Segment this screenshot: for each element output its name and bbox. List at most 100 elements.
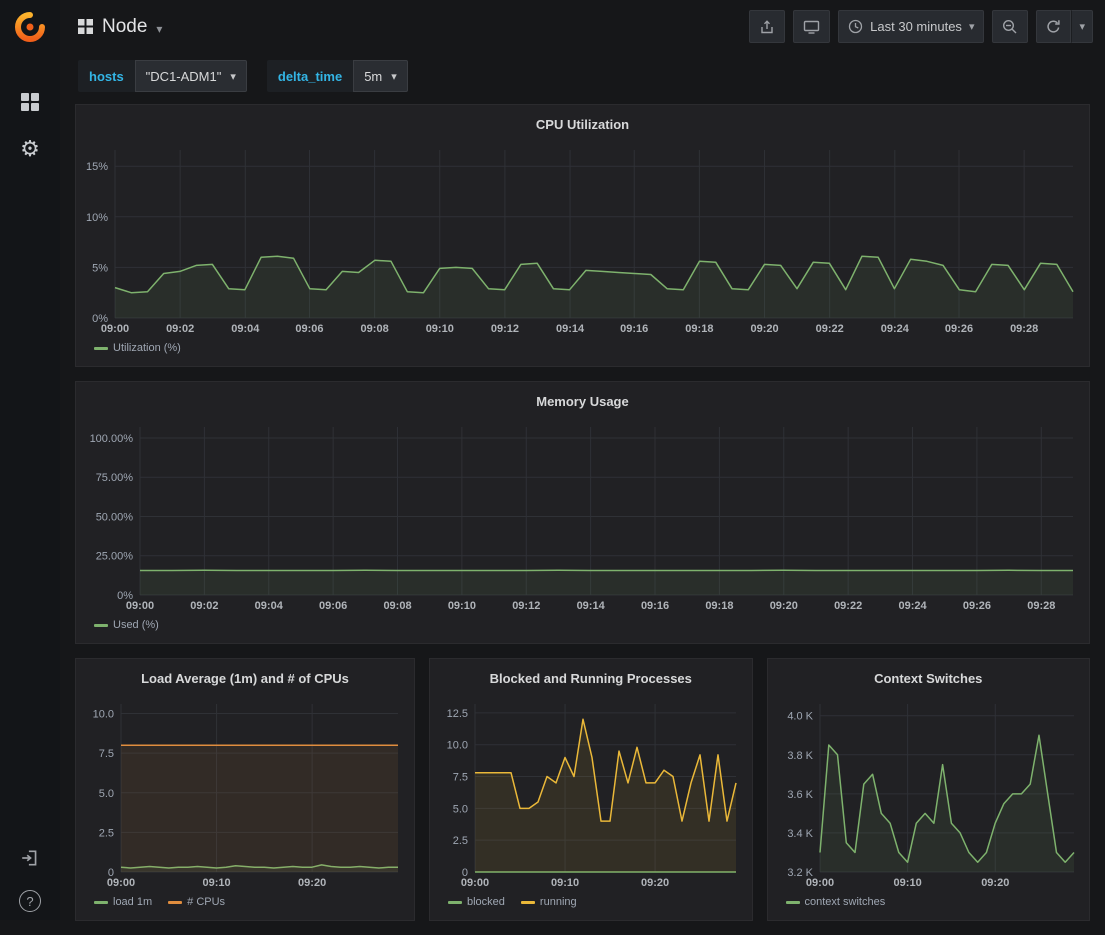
legend-item[interactable]: Utilization (%): [94, 342, 181, 354]
svg-text:09:26: 09:26: [963, 600, 991, 612]
bottom-panel-row: Load Average (1m) and # of CPUs 09:0009:…: [75, 658, 1090, 935]
legend-color-icon: [521, 901, 535, 904]
svg-text:09:02: 09:02: [166, 323, 194, 335]
panel-title[interactable]: CPU Utilization: [84, 117, 1081, 132]
chart-svg: 09:0009:1009:203.2 K3.4 K3.6 K3.8 K4.0 K: [776, 696, 1082, 892]
svg-text:09:08: 09:08: [361, 323, 389, 335]
panel-title[interactable]: Memory Usage: [84, 394, 1081, 409]
variable-value-dropdown[interactable]: 5m ▾: [353, 60, 408, 92]
load-average-chart[interactable]: 09:0009:1009:2002.55.07.510.0: [84, 696, 406, 892]
svg-text:0%: 0%: [92, 313, 108, 325]
navbar: Node ▾ Last 30 min: [60, 0, 1105, 53]
svg-text:09:10: 09:10: [426, 323, 454, 335]
memory-usage-chart[interactable]: 09:0009:0209:0409:0609:0809:1009:1209:14…: [84, 419, 1081, 615]
refresh-button[interactable]: [1036, 10, 1071, 43]
svg-text:10%: 10%: [86, 212, 108, 224]
svg-text:09:24: 09:24: [898, 600, 927, 612]
legend-item[interactable]: running: [521, 896, 577, 908]
svg-text:09:16: 09:16: [641, 600, 669, 612]
chart-legend: blocked running: [438, 892, 744, 912]
zoom-out-button[interactable]: [992, 10, 1028, 43]
panel-title[interactable]: Blocked and Running Processes: [438, 671, 744, 686]
panel-title[interactable]: Load Average (1m) and # of CPUs: [84, 671, 406, 686]
legend-item[interactable]: Used (%): [94, 619, 159, 631]
panel-blocked-running-processes: Blocked and Running Processes 09:0009:10…: [429, 658, 753, 921]
svg-text:09:22: 09:22: [816, 323, 844, 335]
svg-text:09:10: 09:10: [551, 877, 579, 889]
variable-value-dropdown[interactable]: "DC1-ADM1" ▾: [135, 60, 247, 92]
cpu-utilization-chart[interactable]: 09:0009:0209:0409:0609:0809:1009:1209:14…: [84, 142, 1081, 338]
panel-title[interactable]: Context Switches: [776, 671, 1082, 686]
svg-text:09:10: 09:10: [893, 877, 921, 889]
panel-load-average: Load Average (1m) and # of CPUs 09:0009:…: [75, 658, 415, 921]
svg-text:3.8 K: 3.8 K: [787, 750, 813, 762]
legend-label: # CPUs: [187, 896, 225, 908]
chevron-down-icon: ▾: [391, 70, 397, 83]
svg-text:10.0: 10.0: [447, 740, 468, 752]
legend-color-icon: [94, 624, 108, 627]
svg-text:2.5: 2.5: [99, 827, 114, 839]
chart-legend: Utilization (%): [84, 338, 1081, 358]
svg-text:09:10: 09:10: [202, 877, 230, 889]
legend-color-icon: [168, 901, 182, 904]
svg-text:3.4 K: 3.4 K: [787, 828, 813, 840]
variable-hosts: hosts "DC1-ADM1" ▾: [78, 60, 247, 92]
variable-label: delta_time: [267, 60, 353, 92]
svg-text:09:02: 09:02: [190, 600, 218, 612]
legend-label: Used (%): [113, 619, 159, 631]
dashboard-title-menu[interactable]: Node ▾: [78, 16, 162, 38]
variable-delta-time: delta_time 5m ▾: [267, 60, 408, 92]
chart-svg: 09:0009:0209:0409:0609:0809:1009:1209:14…: [84, 142, 1081, 338]
dashboards-icon[interactable]: [20, 92, 40, 112]
time-range-picker[interactable]: Last 30 minutes ▾: [838, 10, 984, 43]
grafana-logo-icon[interactable]: [13, 10, 47, 44]
svg-text:09:18: 09:18: [685, 323, 713, 335]
svg-text:100.00%: 100.00%: [90, 433, 134, 445]
legend-item[interactable]: blocked: [448, 896, 505, 908]
chevron-down-icon: ▾: [1079, 20, 1085, 33]
share-button[interactable]: [749, 10, 785, 43]
chart-legend: Used (%): [84, 615, 1081, 635]
svg-text:09:20: 09:20: [641, 877, 669, 889]
svg-text:10.0: 10.0: [93, 709, 114, 721]
context-switches-chart[interactable]: 09:0009:1009:203.2 K3.4 K3.6 K3.8 K4.0 K: [776, 696, 1082, 892]
help-icon[interactable]: ?: [19, 890, 41, 912]
legend-item[interactable]: load 1m: [94, 896, 152, 908]
svg-text:7.5: 7.5: [453, 772, 468, 784]
variable-label: hosts: [78, 60, 135, 92]
legend-color-icon: [448, 901, 462, 904]
legend-item[interactable]: context switches: [786, 896, 886, 908]
svg-text:09:12: 09:12: [512, 600, 540, 612]
svg-text:15%: 15%: [86, 161, 108, 173]
svg-text:09:12: 09:12: [491, 323, 519, 335]
panel-cpu-utilization: CPU Utilization 09:0009:0209:0409:0609:0…: [75, 104, 1090, 367]
svg-text:09:04: 09:04: [231, 323, 260, 335]
legend-item[interactable]: # CPUs: [168, 896, 225, 908]
sign-in-icon[interactable]: [20, 848, 40, 868]
svg-text:09:16: 09:16: [620, 323, 648, 335]
svg-text:09:06: 09:06: [295, 323, 323, 335]
dashboard-grid: CPU Utilization 09:0009:0209:0409:0609:0…: [60, 104, 1105, 920]
svg-text:5.0: 5.0: [99, 788, 114, 800]
svg-text:09:20: 09:20: [770, 600, 798, 612]
sidebar: ⚙ ?: [0, 0, 60, 920]
svg-text:50.00%: 50.00%: [96, 511, 134, 523]
template-variables-row: hosts "DC1-ADM1" ▾ delta_time 5m ▾: [60, 53, 1105, 104]
refresh-interval-caret-button[interactable]: ▾: [1071, 10, 1093, 43]
chart-svg: 09:0009:1009:2002.55.07.510.012.5: [438, 696, 744, 892]
svg-text:5.0: 5.0: [453, 803, 468, 815]
svg-text:75.00%: 75.00%: [96, 472, 134, 484]
navbar-actions: Last 30 minutes ▾ ▾: [741, 10, 1093, 43]
legend-label: blocked: [467, 896, 505, 908]
variable-value: 5m: [364, 69, 382, 84]
chart-legend: load 1m # CPUs: [84, 892, 406, 912]
variable-value: "DC1-ADM1": [146, 69, 222, 84]
chart-legend: context switches: [776, 892, 1082, 912]
svg-text:09:14: 09:14: [556, 323, 585, 335]
svg-text:09:22: 09:22: [834, 600, 862, 612]
blocked-running-chart[interactable]: 09:0009:1009:2002.55.07.510.012.5: [438, 696, 744, 892]
legend-label: context switches: [805, 896, 886, 908]
tv-mode-button[interactable]: [793, 10, 830, 43]
settings-gear-icon[interactable]: ⚙: [20, 138, 40, 160]
page-title: Node: [102, 16, 147, 38]
